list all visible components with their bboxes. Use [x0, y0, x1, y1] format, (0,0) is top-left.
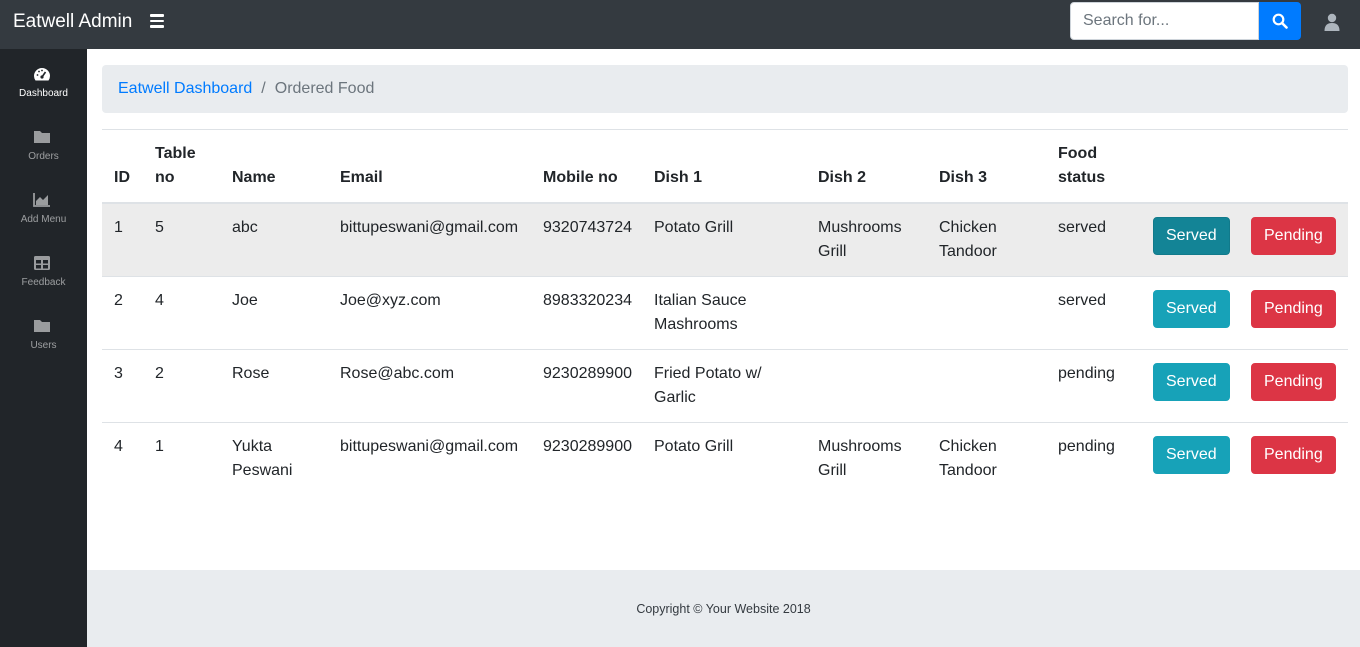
cell-dish-3 — [927, 349, 1046, 423]
sidebar-item-label: Dashboard — [19, 88, 68, 99]
sidebar-item-label: Feedback — [21, 277, 66, 288]
column-header-id: ID — [102, 129, 143, 204]
cell-pending-action: Pending — [1239, 349, 1348, 423]
cell-table-no: 2 — [143, 349, 220, 423]
cell-dish-3 — [927, 276, 1046, 350]
cell-dish-2: Mushrooms Grill — [806, 422, 927, 496]
cell-served-action: Served — [1141, 349, 1239, 423]
hamburger-menu-icon[interactable] — [150, 14, 164, 30]
search-input[interactable] — [1070, 2, 1259, 40]
cell-email: bittupeswani@gmail.com — [328, 202, 531, 277]
cell-id: 3 — [102, 349, 143, 423]
cell-dish-2: Mushrooms Grill — [806, 202, 927, 277]
sidebar-item-label: Orders — [28, 151, 59, 162]
area-chart-icon — [33, 193, 50, 207]
sidebar-item-orders[interactable]: Orders — [0, 129, 87, 189]
column-header-table-no: Table no — [143, 129, 220, 204]
pending-button[interactable]: Pending — [1251, 290, 1336, 328]
cell-table-no: 1 — [143, 422, 220, 496]
tachometer-icon — [34, 68, 50, 81]
cell-dish-3: Chicken Tandoor — [927, 202, 1046, 277]
cell-dish-1: Fried Potato w/ Garlic — [642, 349, 806, 423]
breadcrumb-current: Ordered Food — [274, 80, 375, 97]
cell-email: Rose@abc.com — [328, 349, 531, 423]
served-button[interactable]: Served — [1153, 363, 1230, 401]
orders-table: ID Table no Name Email Mobile no Dish 1 … — [102, 129, 1348, 496]
cell-food-status: pending — [1046, 349, 1141, 423]
breadcrumb: Eatwell Dashboard / Ordered Food — [102, 65, 1348, 113]
cell-served-action: Served — [1141, 422, 1239, 496]
column-header-email: Email — [328, 129, 531, 204]
pending-button[interactable]: Pending — [1251, 217, 1336, 255]
brand-title[interactable]: Eatwell Admin — [13, 11, 132, 33]
folder-icon — [34, 320, 50, 332]
pending-button[interactable]: Pending — [1251, 363, 1336, 401]
cell-name: Rose — [220, 349, 328, 423]
column-header-dish-1: Dish 1 — [642, 129, 806, 204]
cell-dish-1: Italian Sauce Mashrooms — [642, 276, 806, 350]
pending-button[interactable]: Pending — [1251, 436, 1336, 474]
table-row: 4 1 Yukta Peswani bittupeswani@gmail.com… — [102, 422, 1348, 496]
breadcrumb-link-dashboard[interactable]: Eatwell Dashboard — [118, 80, 252, 98]
cell-id: 4 — [102, 422, 143, 496]
breadcrumb-separator: / — [261, 80, 266, 97]
served-button[interactable]: Served — [1153, 436, 1230, 474]
sidebar: Dashboard Orders Add Menu Feedback Users — [0, 49, 87, 647]
orders-table-container: ID Table no Name Email Mobile no Dish 1 … — [102, 129, 1348, 496]
cell-pending-action: Pending — [1239, 202, 1348, 277]
cell-name: abc — [220, 202, 328, 277]
cell-food-status: served — [1046, 202, 1141, 277]
sidebar-item-label: Add Menu — [20, 214, 67, 225]
table-row: 3 2 Rose Rose@abc.com 9230289900 Fried P… — [102, 349, 1348, 423]
footer: Copyright © Your Website 2018 — [87, 570, 1360, 647]
user-icon[interactable] — [1324, 13, 1340, 31]
sidebar-item-label: Users — [30, 340, 57, 351]
cell-table-no: 4 — [143, 276, 220, 350]
folder-icon — [34, 131, 50, 143]
cell-name: Joe — [220, 276, 328, 350]
served-button[interactable]: Served — [1153, 290, 1230, 328]
cell-email: bittupeswani@gmail.com — [328, 422, 531, 496]
top-navbar: Eatwell Admin — [0, 0, 1360, 49]
column-header-name: Name — [220, 129, 328, 204]
column-header-served-action — [1141, 129, 1239, 204]
cell-served-action: Served — [1141, 276, 1239, 350]
cell-name: Yukta Peswani — [220, 422, 328, 496]
table-icon — [34, 256, 50, 270]
search-icon — [1272, 13, 1288, 29]
copyright-text: Copyright © Your Website 2018 — [636, 602, 811, 616]
cell-dish-2 — [806, 349, 927, 423]
cell-dish-2 — [806, 276, 927, 350]
cell-dish-3: Chicken Tandoor — [927, 422, 1046, 496]
cell-mobile: 9230289900 — [531, 349, 642, 423]
cell-pending-action: Pending — [1239, 276, 1348, 350]
served-button[interactable]: Served — [1153, 217, 1230, 255]
cell-id: 2 — [102, 276, 143, 350]
cell-served-action: Served — [1141, 202, 1239, 277]
cell-id: 1 — [102, 202, 143, 277]
column-header-food-status: Food status — [1046, 129, 1141, 204]
cell-dish-1: Potato Grill — [642, 422, 806, 496]
sidebar-item-add-menu[interactable]: Add Menu — [0, 192, 87, 252]
cell-pending-action: Pending — [1239, 422, 1348, 496]
cell-mobile: 9230289900 — [531, 422, 642, 496]
column-header-mobile: Mobile no — [531, 129, 642, 204]
cell-food-status: served — [1046, 276, 1141, 350]
cell-mobile: 9320743724 — [531, 202, 642, 277]
table-row: 2 4 Joe Joe@xyz.com 8983320234 Italian S… — [102, 276, 1348, 350]
column-header-pending-action — [1239, 129, 1348, 204]
sidebar-item-feedback[interactable]: Feedback — [0, 255, 87, 315]
column-header-dish-2: Dish 2 — [806, 129, 927, 204]
table-row: 1 5 abc bittupeswani@gmail.com 932074372… — [102, 202, 1348, 277]
column-header-dish-3: Dish 3 — [927, 129, 1046, 204]
cell-email: Joe@xyz.com — [328, 276, 531, 350]
table-header-row: ID Table no Name Email Mobile no Dish 1 … — [102, 129, 1348, 204]
sidebar-item-dashboard[interactable]: Dashboard — [0, 66, 87, 126]
cell-mobile: 8983320234 — [531, 276, 642, 350]
cell-dish-1: Potato Grill — [642, 202, 806, 277]
sidebar-item-users[interactable]: Users — [0, 318, 87, 378]
search-button[interactable] — [1259, 2, 1301, 40]
cell-food-status: pending — [1046, 422, 1141, 496]
cell-table-no: 5 — [143, 202, 220, 277]
